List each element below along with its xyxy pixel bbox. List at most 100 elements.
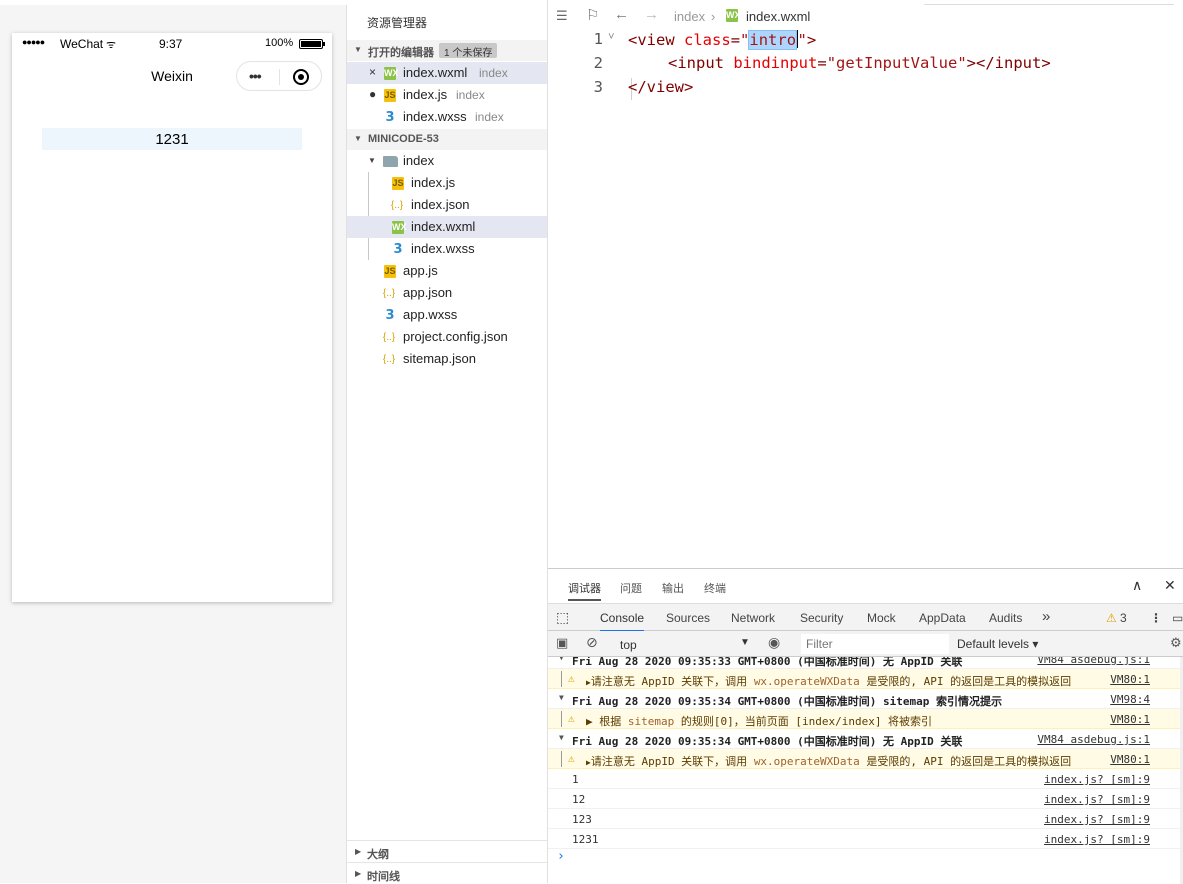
tab-appdata[interactable]: AppData: [919, 611, 966, 625]
tab-network[interactable]: Network: [731, 611, 775, 625]
dock-icon[interactable]: ▭: [1172, 611, 1183, 625]
tab-mock[interactable]: Mock: [867, 611, 896, 625]
dropdown-arrow-icon: ▼: [740, 637, 750, 648]
source-link[interactable]: VM80:1: [1110, 713, 1150, 726]
code-editor[interactable]: ☰ ⚐ ← → index › WX index.wxml 1 ˅ <view …: [548, 0, 1183, 568]
eye-icon[interactable]: ◉: [768, 634, 780, 651]
tab-sources[interactable]: Sources: [666, 611, 710, 625]
console-warning-row[interactable]: ⚠ ▶请注意无 AppID 关联下，调用 wx.operateWXData 是受…: [548, 749, 1180, 769]
tree-item-index-wxss[interactable]: 3 index.wxss: [347, 238, 547, 260]
js-file-icon: JS: [384, 265, 396, 278]
source-link[interactable]: index.js? [sm]:9: [1044, 813, 1150, 826]
code-line-3[interactable]: </view>: [628, 78, 693, 96]
console-prompt-icon[interactable]: ›: [557, 849, 565, 864]
source-link[interactable]: VM80:1: [1110, 753, 1150, 766]
tree-item-sitemap[interactable]: {..} sitemap.json: [347, 348, 547, 370]
tab-debugger[interactable]: 调试器: [568, 580, 601, 601]
battery-percent: 100%: [265, 37, 294, 49]
source-link[interactable]: index.js? [sm]:9: [1044, 833, 1150, 846]
open-file-index-js[interactable]: ● JS index.js index: [347, 84, 547, 106]
tree-item-app-wxss[interactable]: 3 app.wxss: [347, 304, 547, 326]
tab-terminal[interactable]: 终端: [704, 580, 726, 596]
tree-item-app-js[interactable]: JS app.js: [347, 260, 547, 282]
source-link[interactable]: VM84 asdebug.js:1: [1037, 733, 1150, 746]
console-group-row[interactable]: ▼ Fri Aug 28 2020 09:35:33 GMT+0800 (中国标…: [548, 657, 1180, 669]
console-message: 12: [572, 793, 586, 806]
more-menu-icon[interactable]: •••: [249, 68, 262, 84]
timeline-section[interactable]: ▶ 时间线: [347, 862, 547, 884]
fold-chevron-icon[interactable]: ˅: [608, 30, 615, 44]
tab-audits[interactable]: Audits: [989, 611, 1022, 625]
tab-security[interactable]: Security: [800, 611, 843, 625]
console-group-row[interactable]: ▼ Fri Aug 28 2020 09:35:34 GMT+0800 (中国标…: [548, 689, 1180, 709]
breadcrumb-folder[interactable]: index: [674, 9, 705, 24]
open-file-index-wxss[interactable]: 3 index.wxss index: [347, 106, 547, 128]
close-target-icon[interactable]: [293, 69, 309, 85]
warning-icon[interactable]: ⚠: [1106, 611, 1117, 625]
source-link[interactable]: index.js? [sm]:9: [1044, 773, 1150, 786]
close-panel-icon[interactable]: ✕: [1164, 577, 1176, 594]
console-log-row[interactable]: 123 index.js? [sm]:9: [548, 809, 1180, 829]
list-icon[interactable]: ☰: [556, 8, 568, 24]
console-log-row[interactable]: 1 index.js? [sm]:9: [548, 769, 1180, 789]
tree-item-index-js[interactable]: JS index.js: [347, 172, 547, 194]
console-group-row[interactable]: ▼ Fri Aug 28 2020 09:35:34 GMT+0800 (中国标…: [548, 729, 1180, 749]
console-log-row[interactable]: 12 index.js? [sm]:9: [548, 789, 1180, 809]
tree-item-label: index.wxml: [411, 219, 476, 234]
clear-console-icon[interactable]: ⊘: [586, 634, 598, 651]
tree-item-index-json[interactable]: {..} index.json: [347, 194, 547, 216]
source-link[interactable]: VM84 asdebug.js:1: [1037, 657, 1150, 666]
context-select[interactable]: top ▼: [614, 634, 754, 654]
console-warning-row[interactable]: ⚠ ▶请注意无 AppID 关联下，调用 wx.operateWXData 是受…: [548, 669, 1180, 689]
unsaved-dot-icon[interactable]: ●: [369, 87, 376, 101]
capsule-divider: [279, 69, 280, 85]
filter-input[interactable]: [801, 634, 949, 654]
file-name: index.wxss: [403, 109, 467, 124]
bookmark-icon[interactable]: ⚐: [586, 6, 599, 24]
forward-arrow-icon[interactable]: →: [644, 6, 659, 23]
wxml-file-icon: WX: [384, 67, 399, 80]
console-log-row[interactable]: 1231 index.js? [sm]:9: [548, 829, 1180, 849]
open-file-index-wxml[interactable]: × WX index.wxml index: [347, 62, 547, 84]
outline-section[interactable]: ▶ 大纲: [347, 840, 547, 862]
group-arrow-icon: ▼: [559, 693, 564, 702]
tree-item-project-config[interactable]: {..} project.config.json: [347, 326, 547, 348]
phone-screen[interactable]: ●●●●● WeChat ᯤ 9:37 100% Weixin •••: [12, 33, 332, 602]
inspect-element-icon[interactable]: ⬚: [556, 609, 569, 626]
tab-console[interactable]: Console: [600, 611, 645, 632]
json-file-icon: {..}: [390, 200, 404, 211]
warning-count[interactable]: 3: [1120, 611, 1127, 625]
source-link[interactable]: index.js? [sm]:9: [1044, 793, 1150, 806]
gear-icon[interactable]: ⚙: [1170, 635, 1182, 651]
open-editors-label: 打开的编辑器: [368, 47, 434, 59]
breadcrumb-file[interactable]: index.wxml: [746, 9, 810, 24]
console-message: 是受限的, API 的返回是工具的模拟返回: [859, 755, 1072, 768]
source-link[interactable]: VM98:4: [1110, 693, 1150, 706]
console-message: ▶ 根据: [586, 715, 628, 728]
source-link[interactable]: VM80:1: [1110, 673, 1150, 686]
json-file-icon: {..}: [382, 354, 396, 365]
back-arrow-icon[interactable]: ←: [614, 6, 629, 23]
tree-item-index-wxml[interactable]: WX index.wxml: [347, 216, 547, 238]
console-warning-row[interactable]: ⚠ ▶ 根据 sitemap 的规则[0]，当前页面 [index/index]…: [548, 709, 1180, 729]
code-line-2[interactable]: <input bindinput="getInputValue"></input…: [668, 54, 1051, 72]
log-levels-select[interactable]: Default levels ▾: [957, 637, 1038, 651]
tab-output[interactable]: 输出: [662, 580, 684, 596]
code-token: ": [740, 31, 750, 49]
code-line-1[interactable]: <view class="intro">: [628, 30, 816, 50]
more-tabs-icon[interactable]: »: [1042, 608, 1050, 625]
tree-folder-index[interactable]: ▼ index: [347, 150, 547, 172]
text-input[interactable]: [42, 128, 302, 150]
code-token: "getInputValue": [826, 54, 967, 72]
close-file-icon[interactable]: ×: [369, 65, 376, 79]
project-header[interactable]: ▼ MINICODE-53: [347, 129, 547, 150]
line-number: 3: [593, 78, 603, 96]
console-output[interactable]: ▼ Fri Aug 28 2020 09:35:33 GMT+0800 (中国标…: [548, 657, 1180, 884]
tab-problems[interactable]: 问题: [620, 580, 642, 596]
collapse-panel-icon[interactable]: ∧: [1132, 577, 1142, 594]
tree-item-app-json[interactable]: {..} app.json: [347, 282, 547, 304]
open-editors-header[interactable]: ▼ 打开的编辑器 1 个未保存: [347, 40, 547, 61]
kebab-menu-icon[interactable]: ⋮: [1150, 611, 1162, 625]
sidebar-toggle-icon[interactable]: ▣: [556, 635, 568, 651]
file-dir: index: [475, 110, 504, 124]
